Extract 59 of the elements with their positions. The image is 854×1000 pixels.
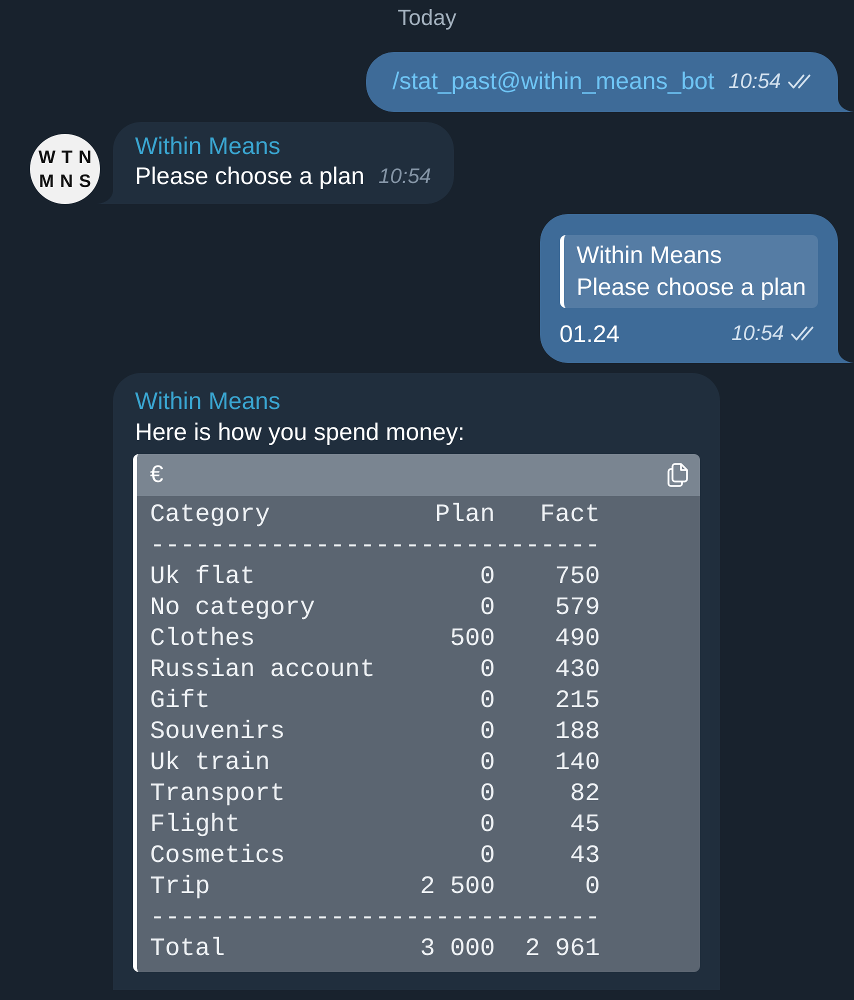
table-cell: Gift <box>150 685 210 716</box>
table-cell: Russian account <box>150 654 376 685</box>
message-time: 10:54 <box>378 164 432 190</box>
separator-text: ------------------------------ <box>150 530 600 561</box>
table-cell: 0 <box>480 716 496 747</box>
table-cell: 0 <box>480 747 496 778</box>
total-cell: 2 961 <box>525 933 600 964</box>
table-cell: Uk train <box>150 747 270 778</box>
avatar-text: MNS <box>38 170 97 192</box>
table-cell: 0 <box>585 871 600 902</box>
reply-quote[interactable]: Within Means Please choose a plan <box>560 235 818 308</box>
table-cell: 43 <box>570 840 600 871</box>
column-header: Fact <box>540 499 600 530</box>
table-cell: Clothes <box>150 623 256 654</box>
table-cell: 2 500 <box>420 871 496 902</box>
message-text: 01.24 <box>560 320 620 350</box>
table-cell: Flight <box>150 809 240 840</box>
table-cell: 430 <box>555 654 600 685</box>
table-cell: 0 <box>480 561 496 592</box>
table-cell: Trip <box>150 871 210 902</box>
avatar[interactable]: WTN MNS <box>30 134 100 204</box>
sender-name: Within Means <box>135 387 282 417</box>
date-label: Today <box>398 4 456 32</box>
table-cell: Cosmetics <box>150 840 286 871</box>
avatar-text: WTN <box>38 146 98 168</box>
table-cell: 490 <box>555 623 600 654</box>
copy-icon[interactable] <box>666 462 690 488</box>
column-header: Plan <box>435 499 496 530</box>
sender-name: Within Means <box>135 132 282 162</box>
table-cell: 0 <box>480 778 496 809</box>
table-cell: 215 <box>555 685 600 716</box>
table-cell: 500 <box>450 623 496 654</box>
table-cell: 140 <box>555 747 600 778</box>
message-time: 10:54 <box>728 69 781 95</box>
total-cell: Total <box>150 933 226 964</box>
table-cell: 579 <box>555 592 600 623</box>
table-cell: Souvenirs <box>150 716 286 747</box>
table-cell: No category <box>150 592 316 623</box>
table-cell: Uk flat <box>150 561 256 592</box>
quote-sender: Within Means <box>576 241 723 271</box>
total-cell: 3 000 <box>420 933 496 964</box>
table-cell: 0 <box>480 809 496 840</box>
message-time: 10:54 <box>731 321 784 347</box>
message-text: Here is how you spend money: <box>135 418 466 448</box>
table-cell: Transport <box>150 778 286 809</box>
table-cell: 0 <box>480 592 496 623</box>
table-cell: 0 <box>480 654 496 685</box>
language-label: € <box>150 461 164 489</box>
message-text: Please choose a plan <box>135 162 364 192</box>
table-cell: 750 <box>555 561 600 592</box>
column-header: Category <box>150 499 270 530</box>
table-cell: 188 <box>555 716 600 747</box>
table-cell: 0 <box>480 685 496 716</box>
command-link[interactable]: /stat_past@within_means_bot <box>392 67 714 97</box>
table-cell: 45 <box>570 809 600 840</box>
separator-text: ------------------------------ <box>150 902 600 933</box>
quote-text: Please choose a plan <box>576 273 806 303</box>
table-cell: 82 <box>570 778 600 809</box>
table-cell: 0 <box>480 840 496 871</box>
